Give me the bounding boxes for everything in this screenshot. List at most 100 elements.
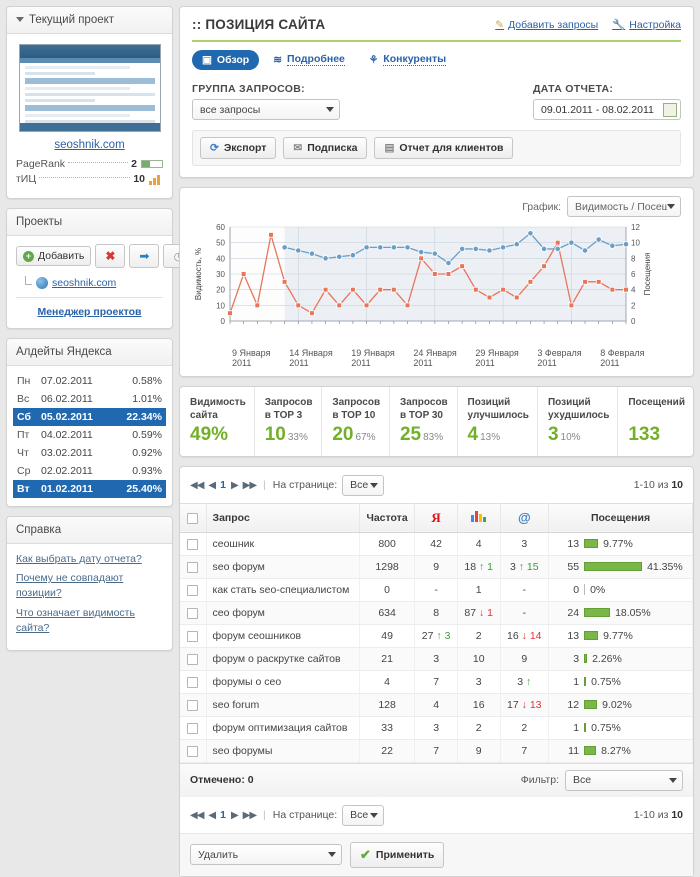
update-row[interactable]: Вт 01.02.2011 25.40% [13, 480, 166, 498]
bulk-action-select[interactable]: Удалить [190, 844, 342, 866]
select-all-header[interactable] [180, 502, 207, 533]
row-checkbox-cell[interactable] [180, 532, 207, 556]
col-frequency[interactable]: Частота [359, 502, 416, 533]
per-page-select-bottom[interactable]: Все [342, 804, 385, 826]
tab-overview[interactable]: ▣ Обзор [192, 49, 260, 70]
visits-percent: 9.02% [602, 698, 632, 711]
delete-project-button[interactable]: ✖ [95, 244, 126, 268]
update-row[interactable]: Пт 04.02.2011 0.59% [13, 426, 166, 444]
current-project-header[interactable]: Текущий проект [7, 7, 172, 34]
row-checkbox-cell[interactable] [180, 716, 207, 740]
stat-sub: 33% [287, 432, 308, 443]
project-link[interactable]: seoshnik.com [52, 277, 116, 289]
stat-card: Запросов в TOP 10 20 67% [322, 387, 390, 456]
visits-percent: 9.77% [603, 537, 633, 550]
update-day: Ср [17, 465, 31, 477]
site-thumbnail[interactable] [18, 44, 161, 132]
prev-page-button-bottom[interactable]: ◀ [208, 810, 216, 821]
cell-visits: 11 8.27% [548, 739, 693, 763]
tab-overview-label: Обзор [216, 53, 250, 66]
first-page-button[interactable]: ◀◀ [190, 480, 204, 491]
table-row[interactable]: форумы о сео 4 7 3 3 ↑ 1 0.75% [180, 670, 693, 694]
row-checkbox[interactable] [187, 607, 199, 619]
table-row[interactable]: как стать seo-специалистом 0-1-0 0% [180, 578, 693, 602]
table-row[interactable]: сеошник 800 42 4 3 13 9.77% [180, 532, 693, 556]
calendar-icon[interactable] [663, 102, 677, 117]
table-row[interactable]: seo forum 128 4 16 17 ↓ 13 12 9.02% [180, 693, 693, 717]
table-header-row: Запрос Частота Я @ Посещения [180, 502, 693, 533]
last-page-button-bottom[interactable]: ▶▶ [243, 810, 257, 821]
table-row[interactable]: seo форумы 22 7 9 7 11 8.27% [180, 739, 693, 763]
row-checkbox-cell[interactable] [180, 739, 207, 763]
table-row[interactable]: seo форум 1298 9 18 ↑ 13 ↑ 15 55 41.35% [180, 555, 693, 579]
update-row[interactable]: Пн 07.02.2011 0.58% [13, 372, 166, 390]
table-row[interactable]: форум о раскрутке сайтов 21 3 10 9 3 2.26% [180, 647, 693, 671]
row-checkbox[interactable] [187, 722, 199, 734]
filter-select[interactable]: Все [565, 769, 683, 791]
cell-visits: 12 9.02% [548, 693, 693, 717]
table-row[interactable]: сео форум 634 8 87 ↓ 1- 24 18.05% [180, 601, 693, 625]
current-page[interactable]: 1 [220, 479, 226, 491]
col-visits[interactable]: Посещения [548, 502, 693, 533]
update-row[interactable]: Сб 05.02.2011 22.34% [13, 408, 166, 426]
export-button[interactable]: ⟳ Экспорт [200, 137, 277, 159]
row-checkbox[interactable] [187, 584, 199, 596]
table-row[interactable]: форум оптимизация сайтов 33 3 2 2 1 0.75% [180, 716, 693, 740]
row-checkbox[interactable] [187, 745, 199, 757]
site-link[interactable]: seoshnik.com [16, 139, 163, 151]
subscribe-button[interactable]: ✉ Подписка [283, 137, 368, 159]
row-checkbox-cell[interactable] [180, 670, 207, 694]
tab-details[interactable]: ≋ Подробнее [263, 49, 355, 70]
prev-page-button[interactable]: ◀ [208, 480, 216, 491]
client-report-button[interactable]: ▤ Отчет для клиентов [374, 137, 514, 159]
chart-card: График: Видимость / Посещаемс 0102030405… [179, 187, 694, 377]
update-row[interactable]: Ср 02.02.2011 0.93% [13, 462, 166, 480]
per-page-select[interactable]: Все [342, 474, 385, 496]
select-all-checkbox[interactable] [187, 512, 199, 524]
table-row[interactable]: форум сеошников 49 27 ↑ 3 2 16 ↓ 14 13 9.77% [180, 624, 693, 648]
project-manager-link[interactable]: Менеджер проектов [16, 297, 163, 318]
col-google[interactable] [457, 502, 501, 533]
row-checkbox[interactable] [187, 676, 199, 688]
row-checkbox-cell[interactable] [180, 647, 207, 671]
row-checkbox-cell[interactable] [180, 601, 207, 625]
report-date-input[interactable]: 09.01.2011 - 08.02.2011 [533, 99, 681, 120]
row-checkbox[interactable] [187, 653, 199, 665]
row-checkbox-cell[interactable] [180, 693, 207, 717]
row-checkbox-cell[interactable] [180, 578, 207, 602]
add-project-button[interactable]: + Добавить [16, 246, 92, 266]
query-group-select[interactable]: все запросы [192, 99, 340, 120]
next-page-button[interactable]: ▶ [231, 480, 239, 491]
help-link[interactable]: Как выбрать дату отчета? [16, 552, 163, 567]
next-page-button-bottom[interactable]: ▶ [231, 810, 239, 821]
cell-query: как стать seo-специалистом [206, 578, 360, 602]
row-checkbox[interactable] [187, 699, 199, 711]
col-mailru[interactable]: @ [500, 502, 550, 533]
move-project-button[interactable]: ➡ [129, 244, 160, 268]
project-list-item[interactable]: seoshnik.com [16, 276, 163, 289]
current-page-bottom[interactable]: 1 [220, 809, 226, 821]
last-page-button[interactable]: ▶▶ [243, 480, 257, 491]
col-yandex[interactable]: Я [414, 502, 458, 533]
row-checkbox-cell[interactable] [180, 555, 207, 579]
collapse-caret-icon[interactable] [16, 17, 24, 23]
svg-text:Посещения: Посещения [643, 253, 652, 296]
row-checkbox[interactable] [187, 630, 199, 642]
apply-button[interactable]: ✔ Применить [350, 841, 445, 868]
stat-value: 20 67% [332, 424, 376, 445]
first-page-button-bottom[interactable]: ◀◀ [190, 810, 204, 821]
help-link[interactable]: Что означает видимость сайта? [16, 606, 163, 636]
col-query[interactable]: Запрос [206, 502, 360, 533]
update-row[interactable]: Вс 06.02.2011 1.01% [13, 390, 166, 408]
update-row[interactable]: Чт 03.02.2011 0.92% [13, 444, 166, 462]
settings-action[interactable]: 🔧 Настройка [612, 18, 681, 32]
cell-frequency: 4 [359, 670, 416, 694]
x-tick-label: 29 Января 2011 [475, 348, 519, 368]
help-link[interactable]: Почему не совпадают позиции? [16, 571, 163, 601]
chart-type-select[interactable]: Видимость / Посещаемс [567, 196, 681, 217]
row-checkbox[interactable] [187, 561, 199, 573]
row-checkbox-cell[interactable] [180, 624, 207, 648]
tab-competitors[interactable]: ⚘ Конкуренты [359, 49, 456, 70]
add-queries-action[interactable]: ✎ Добавить запросы [495, 18, 598, 31]
row-checkbox[interactable] [187, 538, 199, 550]
